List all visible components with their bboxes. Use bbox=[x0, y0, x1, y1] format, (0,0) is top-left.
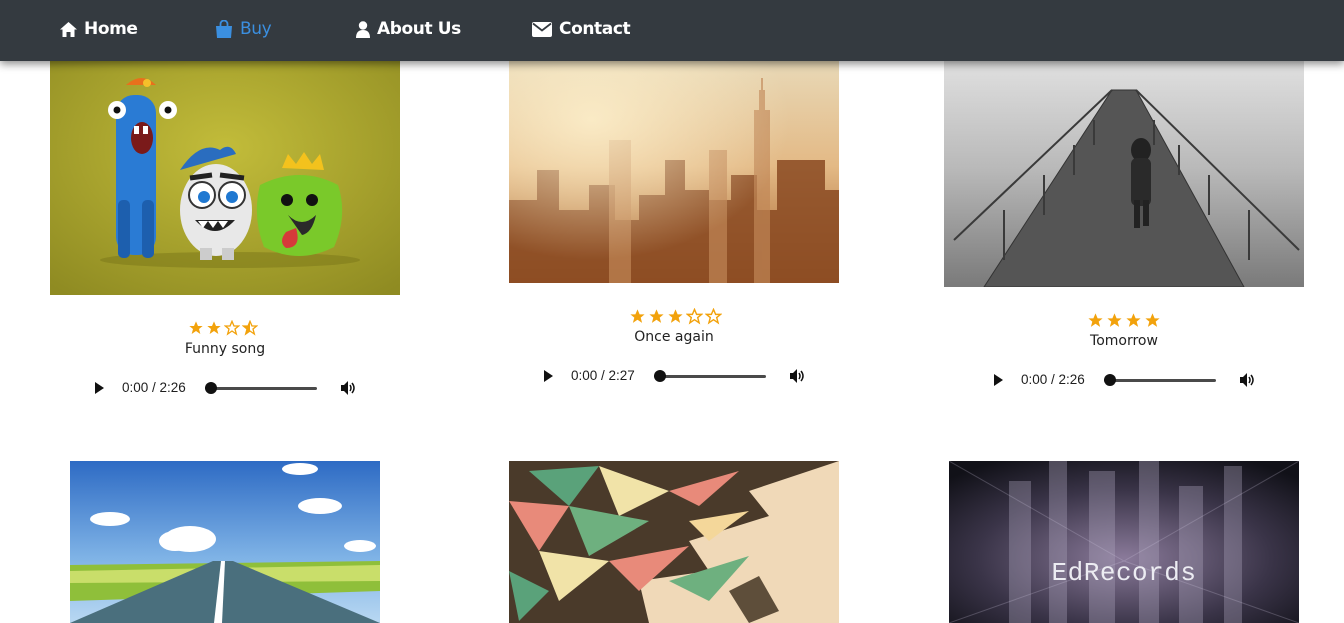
play-icon[interactable] bbox=[93, 382, 105, 394]
star-full-icon bbox=[630, 309, 645, 323]
audio-time: 0:00 / 2:26 bbox=[1021, 372, 1085, 387]
album-cover-geometric-trumpet[interactable] bbox=[509, 461, 839, 623]
shopping-bag-icon bbox=[216, 20, 232, 38]
star-full-icon bbox=[1145, 313, 1160, 327]
audio-player: 0:00 / 2:26 bbox=[950, 353, 1254, 407]
rating-stars bbox=[629, 308, 722, 325]
audio-seek-bar[interactable] bbox=[654, 375, 766, 378]
star-full-icon bbox=[1107, 313, 1122, 327]
audio-seek-handle[interactable] bbox=[654, 370, 666, 382]
rating-stars bbox=[188, 320, 258, 336]
star-full-icon bbox=[207, 321, 221, 334]
album-cover-funny-song[interactable] bbox=[50, 50, 400, 295]
audio-time: 0:00 / 2:27 bbox=[571, 368, 635, 383]
audio-player: 0:00 / 2:26 bbox=[51, 361, 355, 415]
audio-seek-handle[interactable] bbox=[205, 382, 217, 394]
nav-about-us[interactable]: About Us bbox=[356, 17, 461, 41]
brand-overlay-text: EdRecords bbox=[1051, 558, 1197, 588]
audio-time: 0:00 / 2:26 bbox=[122, 380, 186, 395]
song-title: Once again bbox=[634, 329, 714, 345]
play-icon[interactable] bbox=[542, 370, 554, 382]
star-empty-icon bbox=[224, 320, 240, 336]
play-icon[interactable] bbox=[992, 374, 1004, 386]
nav-home-label: Home bbox=[84, 19, 138, 39]
audio-seek-handle[interactable] bbox=[1104, 374, 1116, 386]
album-cover-edrecords[interactable]: EdRecords bbox=[949, 461, 1299, 623]
star-empty-icon bbox=[705, 308, 722, 325]
album-cover-once-again[interactable] bbox=[509, 50, 839, 283]
nav-home[interactable]: Home bbox=[60, 17, 138, 41]
product-grid: Funny song 0:00 / 2:26 Once again 0:00 /… bbox=[0, 0, 1344, 623]
star-full-icon bbox=[1088, 313, 1103, 327]
album-cover-open-road[interactable] bbox=[70, 461, 380, 623]
volume-icon[interactable] bbox=[340, 381, 356, 395]
home-icon bbox=[60, 21, 77, 37]
song-title: Funny song bbox=[184, 341, 266, 357]
star-half-icon bbox=[242, 320, 258, 336]
rating-stars bbox=[1087, 312, 1161, 329]
nav-contact[interactable]: Contact bbox=[532, 17, 631, 41]
nav-about-us-label: About Us bbox=[377, 19, 461, 39]
star-full-icon bbox=[649, 309, 664, 323]
envelope-icon bbox=[532, 21, 552, 37]
star-empty-icon bbox=[686, 308, 703, 325]
top-navbar: Home Buy About Us Contact bbox=[0, 0, 1344, 61]
nav-buy-label: Buy bbox=[240, 19, 272, 39]
audio-player: 0:00 / 2:27 bbox=[500, 349, 804, 403]
star-full-icon bbox=[1126, 313, 1141, 327]
star-full-icon bbox=[189, 321, 203, 334]
song-title: Tomorrow bbox=[1090, 333, 1158, 349]
audio-seek-bar[interactable] bbox=[1104, 379, 1216, 382]
star-full-icon bbox=[668, 309, 683, 323]
nav-buy[interactable]: Buy bbox=[215, 17, 272, 41]
audio-seek-bar[interactable] bbox=[205, 387, 317, 390]
volume-icon[interactable] bbox=[789, 369, 805, 383]
volume-icon[interactable] bbox=[1239, 373, 1255, 387]
user-icon bbox=[356, 20, 370, 38]
nav-contact-label: Contact bbox=[559, 19, 631, 39]
album-cover-tomorrow[interactable] bbox=[944, 50, 1304, 287]
